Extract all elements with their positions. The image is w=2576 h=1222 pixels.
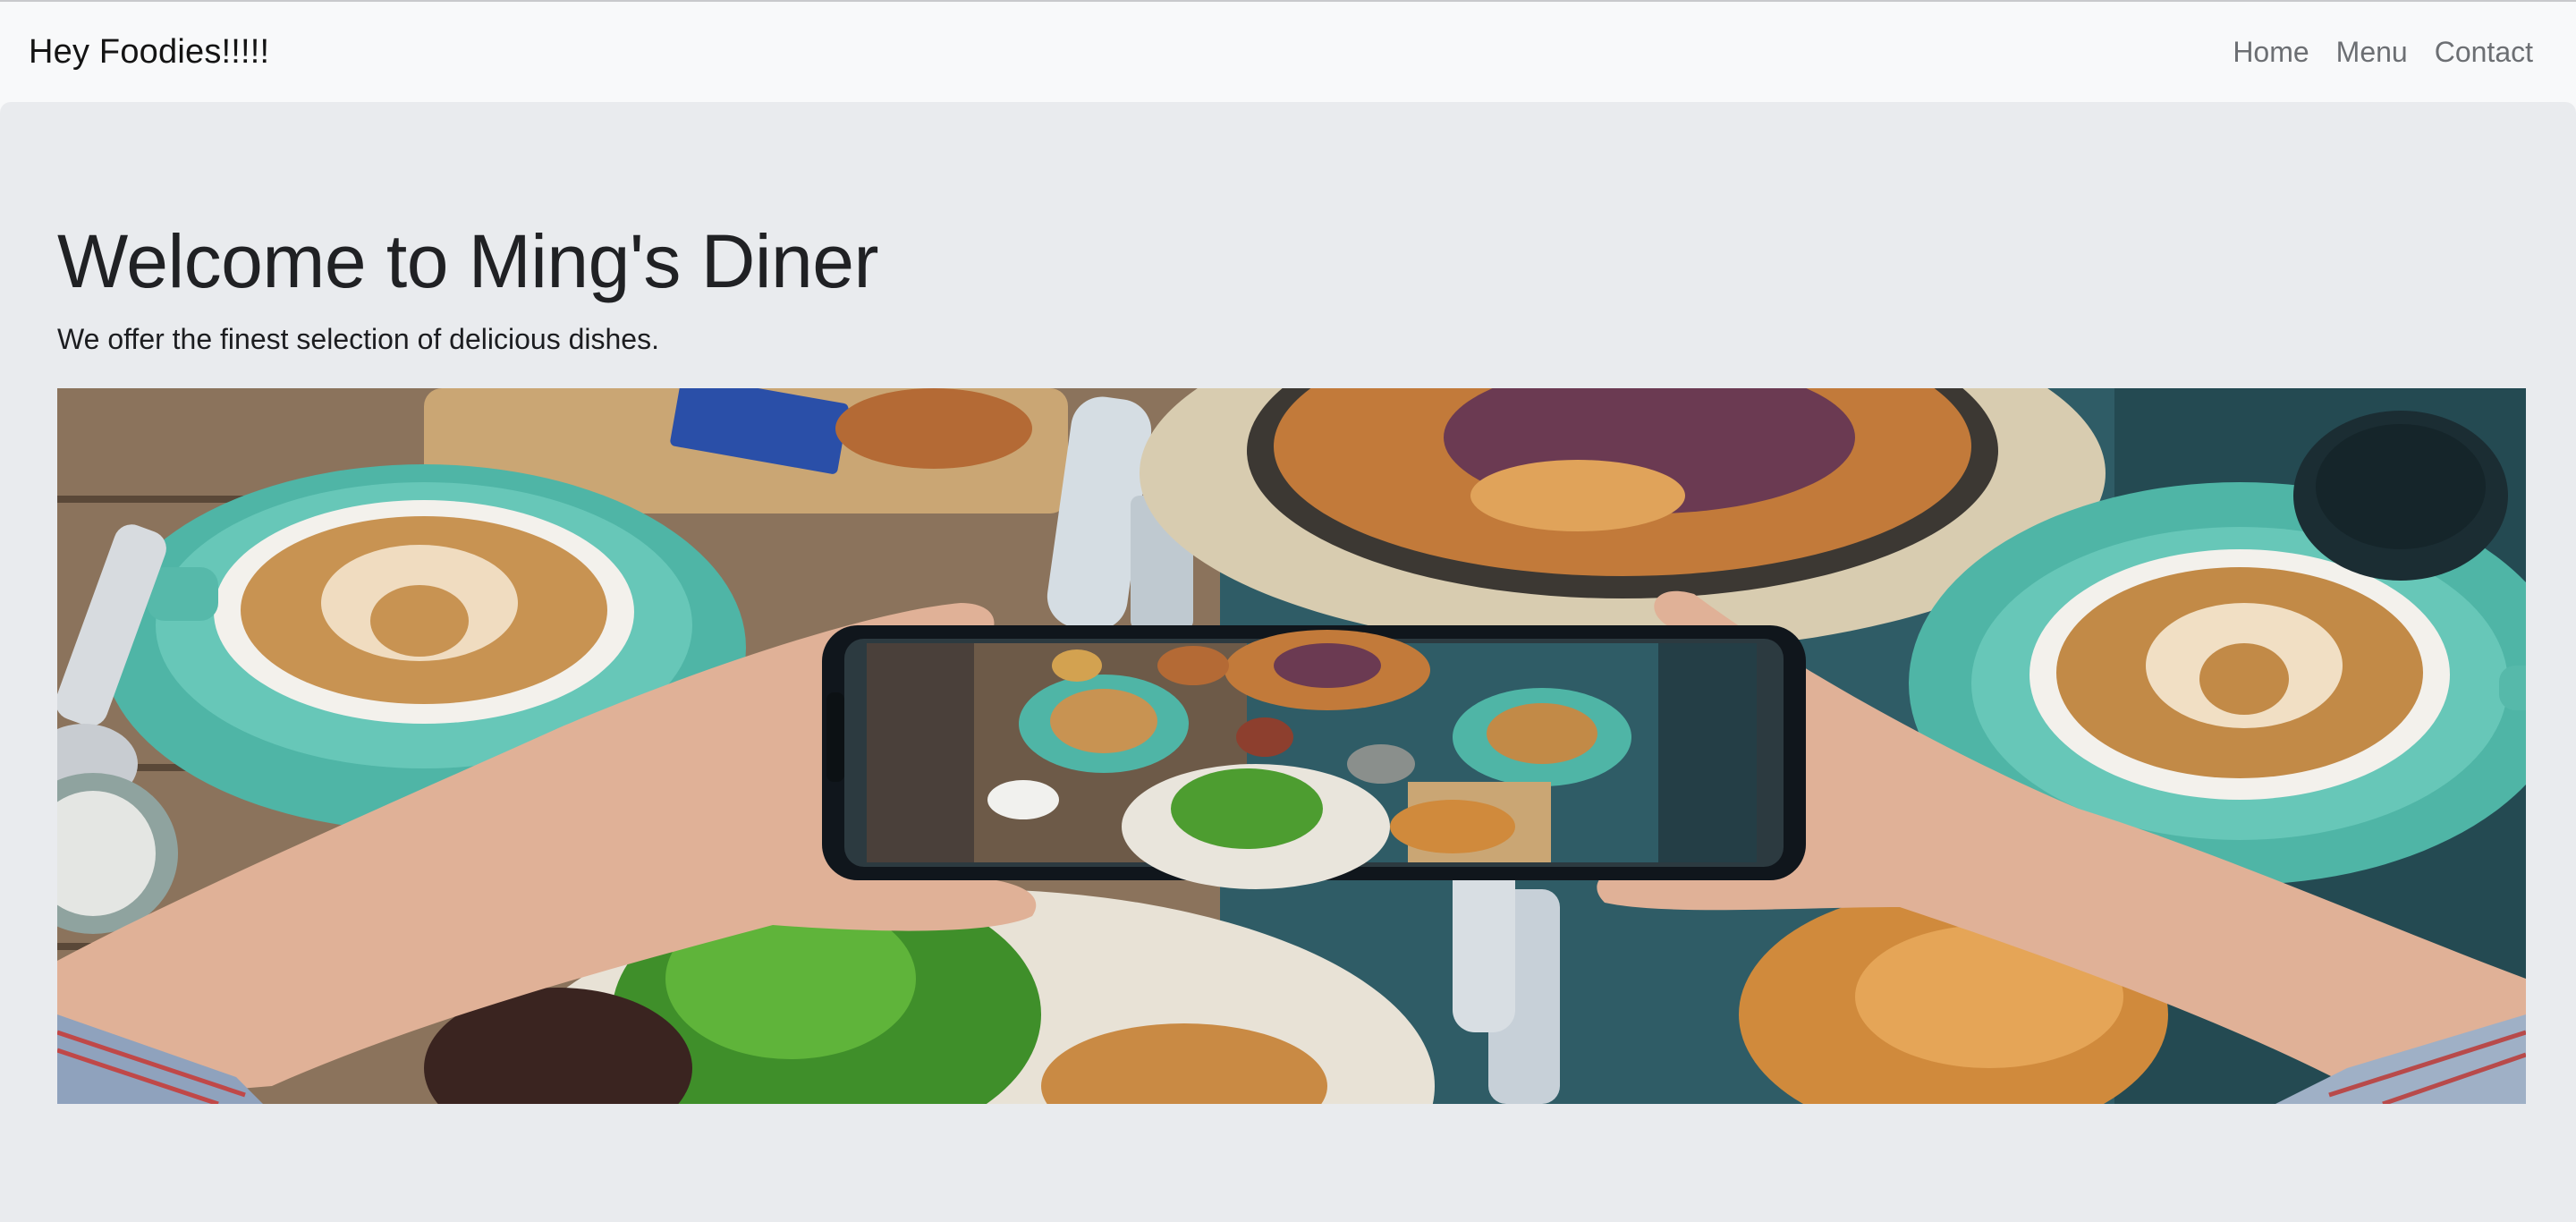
hero-subtitle: We offer the finest selection of delicio… xyxy=(57,323,659,355)
brand-link[interactable]: Hey Foodies!!!!! xyxy=(29,33,269,72)
nav-link-contact[interactable]: Contact xyxy=(2421,36,2533,69)
nav-link-home[interactable]: Home xyxy=(2219,36,2322,69)
hero-section: Welcome to Ming's Diner We offer the fin… xyxy=(0,102,2576,1222)
nav-links: Home Menu Contact xyxy=(2219,36,2533,69)
hero-food-photo xyxy=(57,388,2526,1104)
nav-link-menu[interactable]: Menu xyxy=(2323,36,2421,69)
top-navbar: Hey Foodies!!!!! Home Menu Contact xyxy=(0,0,2576,102)
hero-title: Welcome to Ming's Diner xyxy=(57,219,878,303)
